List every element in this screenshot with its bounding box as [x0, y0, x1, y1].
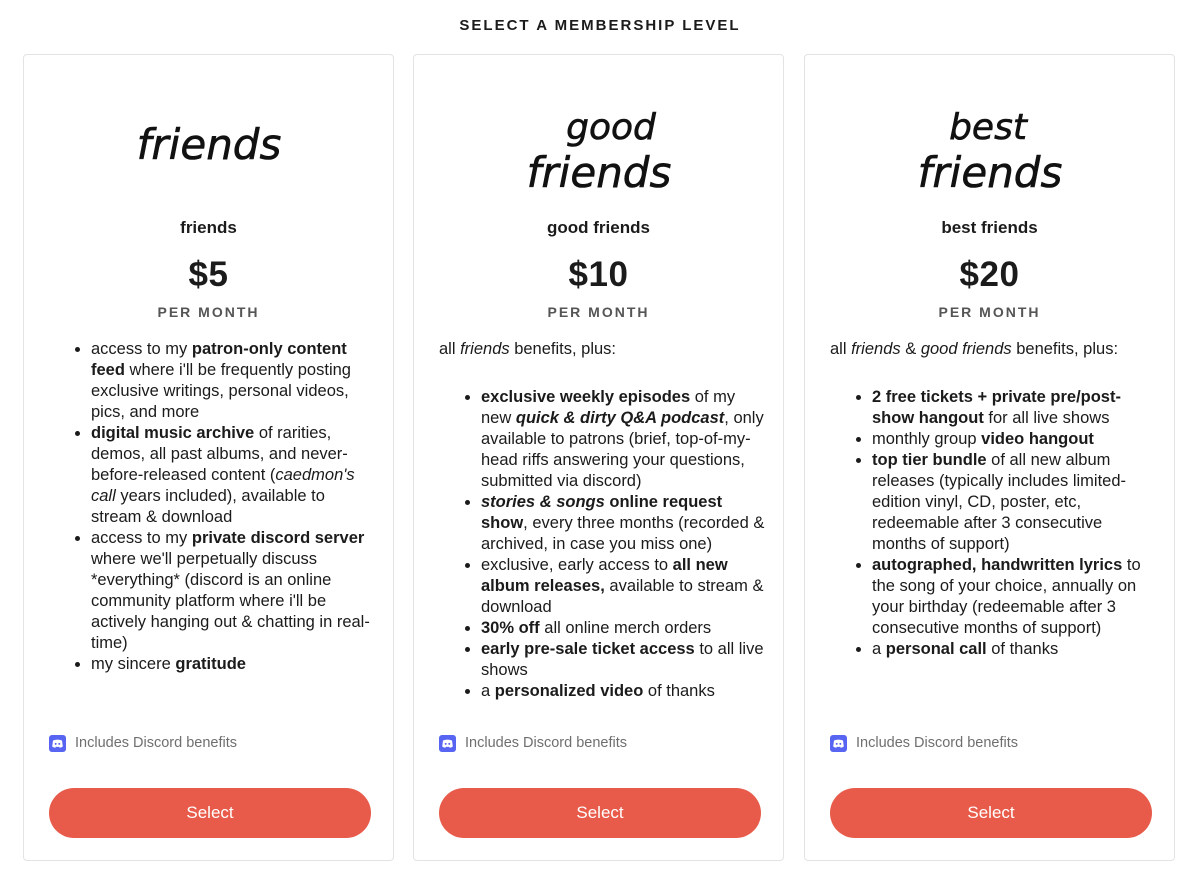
tier-price: $20 — [959, 255, 1020, 294]
select-button-friends[interactable]: Select — [49, 788, 371, 838]
discord-icon — [439, 734, 456, 752]
tier-period: PER MONTH — [547, 304, 650, 320]
benefit-list: all friends benefits, plus: exclusive we… — [439, 339, 765, 702]
select-button-good-friends[interactable]: Select — [439, 788, 761, 838]
benefit-item: my sincere gratitude — [91, 654, 375, 675]
benefit-item: autographed, handwritten lyrics to the s… — [872, 555, 1156, 639]
svg-text:friends: friends — [136, 120, 281, 169]
discord-benefits-label: Includes Discord benefits — [75, 735, 237, 751]
tier-price: $5 — [188, 255, 229, 294]
tier-handwritten-art: good friends — [414, 95, 783, 205]
svg-text:good: good — [566, 107, 657, 148]
benefit-item: stories & songs online request show, eve… — [481, 492, 765, 555]
benefit-item: digital music archive of rarities, demos… — [91, 423, 375, 528]
tier-period: PER MONTH — [157, 304, 260, 320]
benefit-list: access to my patron-only content feed wh… — [49, 339, 375, 675]
discord-icon — [49, 734, 66, 752]
page-heading: SELECT A MEMBERSHIP LEVEL — [459, 17, 741, 34]
benefit-item: a personal call of thanks — [872, 639, 1156, 660]
benefit-item: exclusive weekly episodes of my new quic… — [481, 387, 765, 492]
benefits-intro: all friends benefits, plus: — [439, 340, 617, 358]
tier-handwritten-art: best friends — [805, 95, 1174, 205]
benefit-item: top tier bundle of all new album release… — [872, 450, 1156, 555]
discord-benefits-note: Includes Discord benefits — [830, 733, 1018, 753]
tier-name: friends — [180, 218, 237, 237]
benefit-item: 30% off all online merch orders — [481, 618, 765, 639]
discord-benefits-note: Includes Discord benefits — [439, 733, 627, 753]
tier-card-friends: friends friends $5 PER MONTH access to m… — [23, 54, 394, 861]
discord-benefits-note: Includes Discord benefits — [49, 733, 237, 753]
benefit-item: access to my patron-only content feed wh… — [91, 339, 375, 423]
benefit-item: exclusive, early access to all new album… — [481, 555, 765, 618]
tier-card-good-friends: good friends good friends $10 PER MONTH … — [413, 54, 784, 861]
svg-text:best: best — [949, 107, 1029, 148]
tier-handwritten-art: friends — [24, 95, 393, 205]
benefit-list: all friends & good friends benefits, plu… — [830, 339, 1156, 660]
tier-period: PER MONTH — [938, 304, 1041, 320]
benefit-item: early pre-sale ticket access to all live… — [481, 639, 765, 681]
discord-benefits-label: Includes Discord benefits — [465, 735, 627, 751]
tier-price: $10 — [568, 255, 629, 294]
tier-name: best friends — [941, 218, 1038, 237]
discord-icon — [830, 734, 847, 752]
benefit-item: monthly group video hangout — [872, 429, 1156, 450]
discord-benefits-label: Includes Discord benefits — [856, 735, 1018, 751]
svg-text:friends: friends — [526, 148, 671, 197]
benefits-intro: all friends & good friends benefits, plu… — [830, 340, 1119, 358]
tier-name: good friends — [547, 218, 650, 237]
benefit-item: a personalized video of thanks — [481, 681, 765, 702]
select-button-best-friends[interactable]: Select — [830, 788, 1152, 838]
svg-text:friends: friends — [917, 148, 1062, 197]
tier-card-best-friends: best friends best friends $20 PER MONTH … — [804, 54, 1175, 861]
benefit-item: 2 free tickets + private pre/post-show h… — [872, 387, 1156, 429]
benefit-item: access to my private discord server wher… — [91, 528, 375, 654]
